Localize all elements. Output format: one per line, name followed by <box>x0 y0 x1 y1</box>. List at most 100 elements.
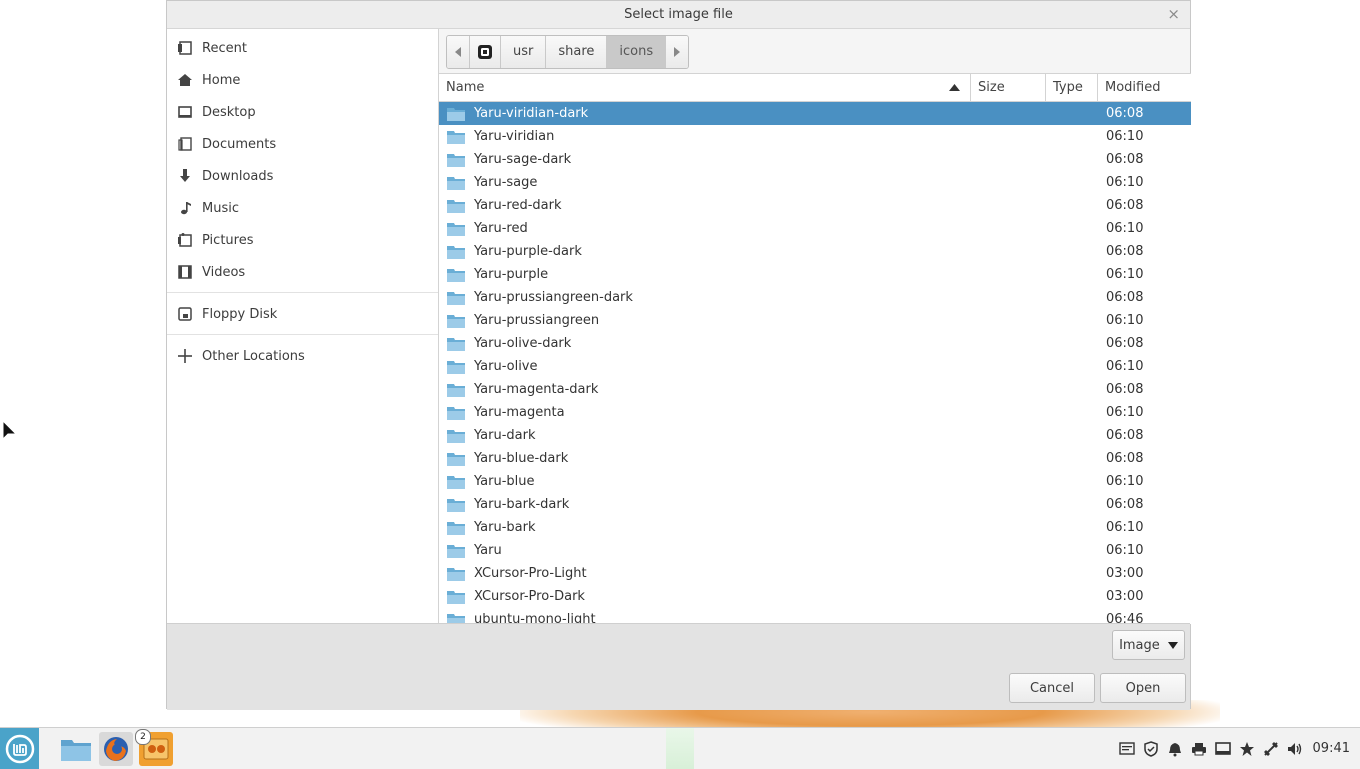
file-name: Yaru-bark-dark <box>474 497 570 512</box>
speaker-icon <box>1287 742 1301 755</box>
file-modified: 06:10 <box>1106 313 1144 328</box>
sidebar-item-label: Desktop <box>202 104 256 120</box>
taskbar-firefox-launcher[interactable] <box>99 732 133 766</box>
table-row[interactable]: Yaru-purple-dark 06:08 <box>439 240 1191 263</box>
drive-icon <box>478 45 492 59</box>
folder-icon <box>447 107 465 121</box>
sidebar-item-videos[interactable]: Videos <box>167 256 438 288</box>
chevron-left-icon <box>455 47 461 57</box>
column-header-size[interactable]: Size <box>971 74 1046 101</box>
file-name: Yaru-purple <box>474 267 549 282</box>
dialog-action-area: Image Cancel Open <box>167 623 1190 710</box>
path-segment-icons[interactable]: icons <box>607 36 667 68</box>
file-modified: 06:08 <box>1106 106 1144 121</box>
table-row[interactable]: XCursor-Pro-Dark 03:00 <box>439 585 1191 608</box>
table-row[interactable]: Yaru-purple 06:10 <box>439 263 1191 286</box>
notifications-tray-icon[interactable] <box>1163 739 1187 759</box>
table-row[interactable]: Yaru-magenta-dark 06:08 <box>439 378 1191 401</box>
table-row[interactable]: Yaru-prussiangreen 06:10 <box>439 309 1191 332</box>
sidebar-item-floppy-disk[interactable]: Floppy Disk <box>167 298 438 330</box>
network-tray-icon[interactable] <box>1259 739 1283 759</box>
table-row[interactable]: Yaru-olive-dark 06:08 <box>439 332 1191 355</box>
filter-label: Image <box>1119 638 1160 653</box>
path-forward-button[interactable] <box>666 36 689 68</box>
taskbar-image-app-button[interactable]: 2 <box>135 729 173 766</box>
sidebar-item-desktop[interactable]: Desktop <box>167 96 438 128</box>
table-row[interactable]: Yaru-magenta 06:10 <box>439 401 1191 424</box>
file-chooser-dialog: Select image file × Recent Home Desktop … <box>166 0 1191 710</box>
printer-icon <box>1191 742 1206 755</box>
table-row[interactable]: ubuntu-mono-light 06:46 <box>439 608 1191 624</box>
folder-icon <box>447 475 465 489</box>
dialog-title: Select image file <box>624 7 733 22</box>
folder-icon <box>447 429 465 443</box>
recent-icon <box>178 41 192 55</box>
shield-tray-icon[interactable] <box>1139 739 1163 759</box>
column-header-name-label: Name <box>446 80 485 95</box>
file-name: Yaru-purple-dark <box>474 244 582 259</box>
open-button[interactable]: Open <box>1100 673 1186 703</box>
display-tray-icon[interactable] <box>1211 739 1235 759</box>
close-button[interactable]: × <box>1167 1 1180 28</box>
table-row[interactable]: Yaru-olive 06:10 <box>439 355 1191 378</box>
sidebar-item-documents[interactable]: Documents <box>167 128 438 160</box>
notes-tray-icon[interactable] <box>1115 739 1139 759</box>
printer-tray-icon[interactable] <box>1187 739 1211 759</box>
file-name-cell: Yaru-bark-dark <box>439 497 971 512</box>
sidebar-item-label: Downloads <box>202 168 274 184</box>
file-name-cell: Yaru-purple <box>439 267 971 282</box>
file-list-header: Name Size Type Modified <box>439 74 1191 102</box>
sidebar-item-downloads[interactable]: Downloads <box>167 160 438 192</box>
table-row[interactable]: Yaru-viridian 06:10 <box>439 125 1191 148</box>
file-modified: 06:08 <box>1106 451 1144 466</box>
column-header-modified[interactable]: Modified <box>1098 74 1191 101</box>
music-icon <box>181 202 191 215</box>
clock[interactable]: 09:41 <box>1313 741 1350 756</box>
table-row[interactable]: Yaru-viridian-dark 06:08 <box>439 102 1191 125</box>
table-row[interactable]: Yaru-bark 06:10 <box>439 516 1191 539</box>
folder-icon <box>447 130 465 144</box>
table-row[interactable]: Yaru-red-dark 06:08 <box>439 194 1191 217</box>
sidebar-item-recent[interactable]: Recent <box>167 32 438 64</box>
folder-icon <box>447 544 465 558</box>
dialog-titlebar: Select image file × <box>167 1 1190 29</box>
column-header-type[interactable]: Type <box>1046 74 1098 101</box>
table-row[interactable]: Yaru-sage-dark 06:08 <box>439 148 1191 171</box>
file-name: Yaru-bark <box>474 520 536 535</box>
file-modified: 06:08 <box>1106 336 1144 351</box>
sidebar-item-pictures[interactable]: Pictures <box>167 224 438 256</box>
sidebar-item-other-locations[interactable]: Other Locations <box>167 340 438 372</box>
file-name: Yaru-magenta <box>474 405 565 420</box>
file-name-cell: Yaru-purple-dark <box>439 244 971 259</box>
taskbar-files-launcher[interactable] <box>59 732 93 766</box>
table-row[interactable]: XCursor-Pro-Light 03:00 <box>439 562 1191 585</box>
table-row[interactable]: Yaru-red 06:10 <box>439 217 1191 240</box>
folder-icon <box>447 360 465 374</box>
volume-tray-icon[interactable] <box>1283 739 1307 759</box>
favorites-tray-icon[interactable] <box>1235 739 1259 759</box>
plus-icon <box>178 349 192 363</box>
path-root-button[interactable] <box>470 36 501 68</box>
table-row[interactable]: Yaru-blue 06:10 <box>439 470 1191 493</box>
column-header-name[interactable]: Name <box>439 74 971 101</box>
path-back-button[interactable] <box>447 36 470 68</box>
table-row[interactable]: Yaru-dark 06:08 <box>439 424 1191 447</box>
folder-icon <box>447 222 465 236</box>
folder-icon <box>447 590 465 604</box>
path-segment-usr[interactable]: usr <box>501 36 547 68</box>
sidebar-item-music[interactable]: Music <box>167 192 438 224</box>
folder-icon <box>447 337 465 351</box>
cancel-button[interactable]: Cancel <box>1009 673 1095 703</box>
table-row[interactable]: Yaru 06:10 <box>439 539 1191 562</box>
file-name: Yaru-sage-dark <box>474 152 572 167</box>
start-menu-button[interactable] <box>0 728 39 769</box>
sort-ascending-icon <box>949 84 960 91</box>
sidebar-item-home[interactable]: Home <box>167 64 438 96</box>
table-row[interactable]: Yaru-blue-dark 06:08 <box>439 447 1191 470</box>
path-segment-share[interactable]: share <box>546 36 608 68</box>
table-row[interactable]: Yaru-bark-dark 06:08 <box>439 493 1191 516</box>
file-type-filter-dropdown[interactable]: Image <box>1112 630 1185 660</box>
file-list: Name Size Type Modified Yaru-viridian-da… <box>439 73 1191 624</box>
table-row[interactable]: Yaru-prussiangreen-dark 06:08 <box>439 286 1191 309</box>
table-row[interactable]: Yaru-sage 06:10 <box>439 171 1191 194</box>
